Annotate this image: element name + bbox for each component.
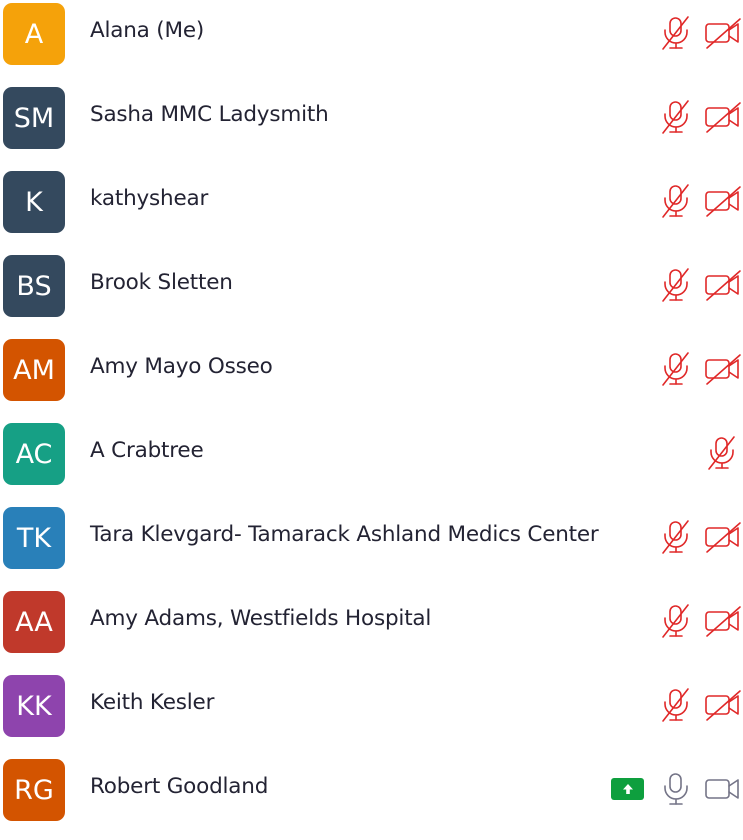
participant-name: kathyshear xyxy=(90,186,209,211)
avatar: AA xyxy=(3,591,65,653)
avatar: RG xyxy=(3,759,65,821)
microphone-muted-icon[interactable] xyxy=(659,603,693,639)
video-off-icon[interactable] xyxy=(704,267,742,303)
video-off-icon[interactable] xyxy=(704,183,742,219)
video-off-icon[interactable] xyxy=(704,519,742,555)
participant-row[interactable]: A Alana (Me) xyxy=(0,0,743,84)
participant-name: Robert Goodland xyxy=(90,774,269,799)
participant-row[interactable]: KK Keith Kesler xyxy=(0,672,743,756)
microphone-muted-icon[interactable] xyxy=(659,351,693,387)
avatar: K xyxy=(3,171,65,233)
microphone-muted-icon[interactable] xyxy=(659,267,693,303)
participant-name: Brook Sletten xyxy=(90,270,233,295)
screen-share-arrow-icon[interactable] xyxy=(611,778,644,800)
microphone-muted-icon[interactable] xyxy=(659,519,693,555)
video-off-icon[interactable] xyxy=(704,15,742,51)
participant-row[interactable]: AM Amy Mayo Osseo xyxy=(0,336,743,420)
avatar: KK xyxy=(3,675,65,737)
avatar: AM xyxy=(3,339,65,401)
participant-name: Sasha MMC Ladysmith xyxy=(90,102,329,127)
participant-row[interactable]: Kkathyshear xyxy=(0,168,743,252)
participant-row[interactable]: BS Brook Sletten xyxy=(0,252,743,336)
participant-row[interactable]: SM Sasha MMC Ladysmith xyxy=(0,84,743,168)
participant-name: Alana (Me) xyxy=(90,18,205,43)
video-off-icon[interactable] xyxy=(704,351,742,387)
avatar: TK xyxy=(3,507,65,569)
microphone-muted-icon[interactable] xyxy=(659,183,693,219)
participant-row[interactable]: TK Tara Klevgard- Tamarack Ashland Medics… xyxy=(0,504,743,588)
participant-name: A Crabtree xyxy=(90,438,204,463)
video-off-icon[interactable] xyxy=(704,687,742,723)
participant-row[interactable]: AC A Crabtree xyxy=(0,420,743,504)
microphone-muted-icon[interactable] xyxy=(659,15,693,51)
microphone-muted-icon[interactable] xyxy=(659,99,693,135)
participant-name: Amy Adams, Westfields Hospital xyxy=(90,606,432,631)
microphone-icon[interactable] xyxy=(659,771,693,807)
participant-row[interactable]: AA Amy Adams, Westfields Hospital xyxy=(0,588,743,672)
avatar: BS xyxy=(3,255,65,317)
video-off-icon[interactable] xyxy=(704,603,742,639)
video-off-icon[interactable] xyxy=(704,99,742,135)
participant-name: Keith Kesler xyxy=(90,690,215,715)
participant-name: Tara Klevgard- Tamarack Ashland Medics C… xyxy=(90,522,599,547)
participants-list: A Alana (Me) SM Sasha MMC Ladysmith Kkathysh… xyxy=(0,0,743,840)
avatar: SM xyxy=(3,87,65,149)
avatar: A xyxy=(3,3,65,65)
video-icon[interactable] xyxy=(704,771,742,807)
participant-row[interactable]: RG Robert Goodland xyxy=(0,756,743,840)
participant-name: Amy Mayo Osseo xyxy=(90,354,273,379)
avatar: AC xyxy=(3,423,65,485)
microphone-muted-icon[interactable] xyxy=(659,687,693,723)
microphone-muted-icon[interactable] xyxy=(705,435,739,471)
